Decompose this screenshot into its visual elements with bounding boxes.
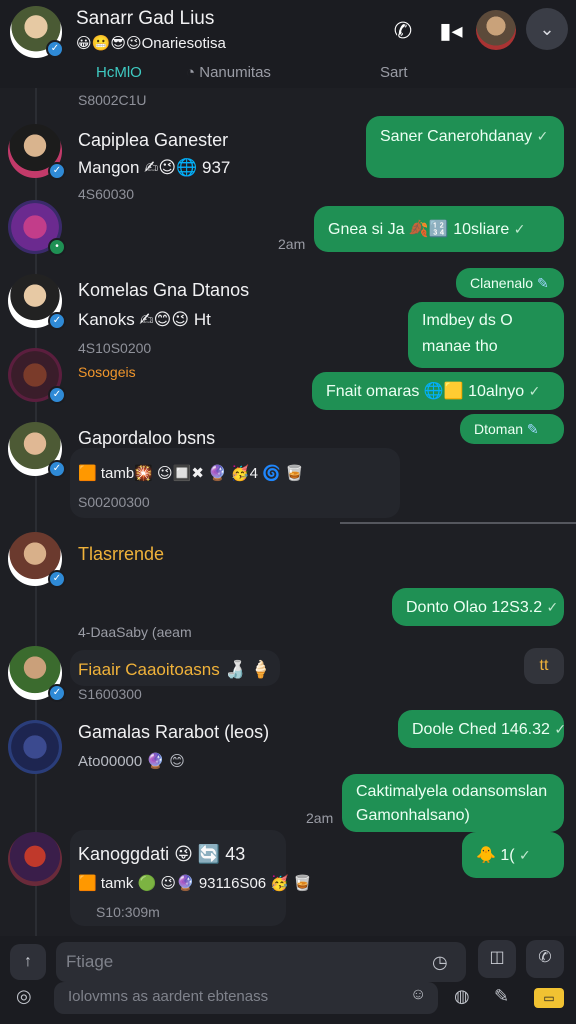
input-placeholder: Ftiage bbox=[66, 952, 114, 971]
emoji-icon[interactable]: ☺ bbox=[410, 986, 426, 1004]
pencil-icon: ✎ bbox=[536, 275, 549, 291]
avatar[interactable] bbox=[8, 720, 62, 774]
verified-badge-icon: ✓ bbox=[48, 460, 66, 478]
message-meta: 4S10S0200 bbox=[78, 340, 152, 356]
chat-header: ✓ Sanarr Gad Lius 😀😬😎😉Onariesotisa ✆ ▮◂ … bbox=[0, 0, 576, 88]
message-meta: Sosogeis bbox=[78, 364, 136, 380]
sender-name[interactable]: Tlasrrende bbox=[78, 544, 164, 565]
bubble-text: 🐥 1( bbox=[476, 847, 515, 864]
gif-button[interactable]: ▭ bbox=[534, 988, 564, 1008]
message-meta: S8002C1U bbox=[78, 92, 147, 108]
sent-bubble[interactable]: Fnait omaras 🌐🟨 10alnyo ✓ bbox=[312, 372, 564, 410]
settings-icon[interactable]: ◎ bbox=[16, 986, 32, 1007]
bubble-text: Donto Olao 12S3.2 bbox=[406, 599, 543, 616]
chat-subtitle: 😀😬😎😉Onariesotisa bbox=[76, 35, 226, 52]
bubble-text: Dtoman bbox=[474, 421, 524, 437]
tab-members-label: Nanumitas bbox=[199, 64, 271, 81]
sender-name[interactable]: Komelas Gna Dtanos bbox=[78, 280, 249, 301]
message-meta: S00200300 bbox=[78, 494, 150, 510]
input-placeholder: Iolovmns as aardent ebtenass bbox=[68, 988, 269, 1005]
chat-title[interactable]: Sanarr Gad Lius bbox=[76, 8, 214, 30]
tab-home[interactable]: HcMlO bbox=[96, 64, 142, 81]
sent-bubble[interactable]: Donto Olao 12S3.2 ✓ bbox=[392, 588, 564, 626]
sent-bubble[interactable]: Caktimalyela odansomslan Gamonhalsano) bbox=[342, 774, 564, 832]
message-text: Mangon ✍😉🌐 937 bbox=[78, 158, 231, 177]
bubble-text: Imdbey ds O manae tho bbox=[422, 312, 513, 355]
verified-badge-icon: ✓ bbox=[46, 40, 64, 58]
sent-bubble[interactable]: Dtoman ✎ bbox=[460, 414, 564, 444]
sent-bubble[interactable]: Doole Ched 146.32 ✓ bbox=[398, 710, 567, 748]
message-meta: 4S60030 bbox=[78, 186, 135, 202]
read-check-icon: ✓ bbox=[513, 221, 526, 237]
verified-badge-icon: ✓ bbox=[48, 570, 66, 588]
sent-bubble[interactable]: Saner Canerohdanay ✓ bbox=[366, 116, 564, 178]
composer: ↑ Ftiage ◷ ◫ ✆ ◎ Iolovmns as aardent ebt… bbox=[0, 936, 576, 1024]
read-check-icon: ✓ bbox=[546, 599, 559, 615]
sent-bubble[interactable]: 🐥 1( ✓ bbox=[462, 832, 564, 878]
chevron-down-icon[interactable]: ⌄ bbox=[526, 8, 568, 50]
timestamp: 2am bbox=[306, 810, 334, 826]
read-check-icon: ✓ bbox=[554, 721, 567, 737]
message-meta: S10:309m bbox=[96, 904, 160, 920]
sent-bubble[interactable]: Gnea si Ja 🍂🔢 10sliare ✓ bbox=[314, 206, 564, 252]
verified-badge-icon: ✓ bbox=[48, 684, 66, 702]
sent-bubble[interactable]: Clanenalo ✎ bbox=[456, 268, 564, 298]
message-meta: S1600300 bbox=[78, 686, 142, 702]
sticker-icon[interactable]: ◍ bbox=[454, 986, 470, 1007]
timestamp: 2am bbox=[278, 236, 306, 252]
bubble-text: Doole Ched 146.32 bbox=[412, 721, 550, 738]
message-text: 🟧 tamk 🟢 😉🔮 93116S06 🥳 🥃 bbox=[78, 875, 312, 892]
bubble-text: Saner Canerohdanay bbox=[380, 128, 533, 145]
secondary-input[interactable]: Iolovmns as aardent ebtenass ☺ bbox=[54, 982, 438, 1014]
tab-members[interactable]: ◔ Nanumitas bbox=[186, 64, 271, 81]
divider bbox=[340, 522, 576, 524]
avatar[interactable]: ✓ bbox=[8, 124, 66, 180]
sender-name[interactable]: Kanoggdati 😜 🔄 43 bbox=[78, 844, 245, 865]
message-text: 🟧 tamb🎇 😉🔲✖ 🔮 🥳4 🌀 🥃 bbox=[78, 465, 304, 482]
message-input[interactable]: Ftiage ◷ bbox=[56, 942, 466, 982]
avatar[interactable] bbox=[8, 832, 62, 886]
avatar[interactable]: ✓ bbox=[8, 532, 66, 588]
sender-name[interactable]: Capiplea Ganester bbox=[78, 130, 228, 151]
phone-icon[interactable]: ✆ bbox=[388, 16, 418, 46]
reaction-bubble[interactable]: tt bbox=[524, 648, 564, 684]
avatar[interactable]: • bbox=[8, 200, 66, 256]
avatar[interactable]: ✓ bbox=[8, 274, 66, 330]
verified-badge-icon: ✓ bbox=[48, 386, 66, 404]
read-check-icon: ✓ bbox=[528, 383, 541, 399]
group-avatar[interactable]: ✓ bbox=[10, 6, 64, 58]
pen-icon[interactable]: ✎ bbox=[494, 986, 509, 1007]
verified-badge-icon: ✓ bbox=[48, 162, 66, 180]
sender-name[interactable]: Gamalas Rarabot (leos) bbox=[78, 722, 269, 743]
sender-name[interactable]: Fiaair Caaoitoasns 🍶 🍦 bbox=[78, 660, 272, 680]
bubble-text: Clanenalo bbox=[470, 275, 534, 291]
tab-bar: HcMlO ◔ Nanumitas Sart bbox=[0, 60, 576, 86]
attach-button[interactable]: ↑ bbox=[10, 944, 46, 980]
timestamp: 4-DaaSaby (aeam bbox=[78, 624, 192, 640]
message-list[interactable]: S8002C1U ✓ Capiplea Ganester Mangon ✍😉🌐 … bbox=[0, 88, 576, 936]
online-badge-icon: • bbox=[48, 238, 66, 256]
tab-sort[interactable]: Sart bbox=[380, 64, 408, 81]
camera-button[interactable]: ◫ bbox=[478, 940, 516, 978]
bubble-text: Caktimalyela odansomslan Gamonhalsano) bbox=[356, 783, 548, 824]
message-text: Ato00000 🔮 😊 bbox=[78, 753, 185, 770]
avatar[interactable]: ✓ bbox=[8, 422, 66, 478]
mic-button[interactable]: ✆ bbox=[526, 940, 564, 978]
read-check-icon: ✓ bbox=[536, 128, 549, 144]
avatar[interactable]: ✓ bbox=[8, 646, 66, 702]
sent-bubble[interactable]: Imdbey ds O manae tho bbox=[408, 302, 564, 368]
verified-badge-icon: ✓ bbox=[48, 312, 66, 330]
bubble-text: Gnea si Ja 🍂🔢 10sliare bbox=[328, 221, 510, 238]
pencil-icon: ✎ bbox=[526, 421, 539, 437]
message-text: Kanoks ✍😊😉 Ht bbox=[78, 310, 211, 329]
members-icon: ◔ bbox=[186, 64, 200, 81]
bubble-text: Fnait omaras 🌐🟨 10alnyo bbox=[326, 383, 525, 400]
avatar[interactable]: ✓ bbox=[8, 348, 66, 404]
video-icon[interactable]: ▮◂ bbox=[436, 16, 466, 46]
read-check-icon: ✓ bbox=[519, 847, 531, 863]
clock-icon[interactable]: ◷ bbox=[432, 952, 448, 973]
sender-name[interactable]: Gapordaloo bsns bbox=[78, 428, 215, 449]
user-avatar[interactable] bbox=[476, 10, 516, 50]
